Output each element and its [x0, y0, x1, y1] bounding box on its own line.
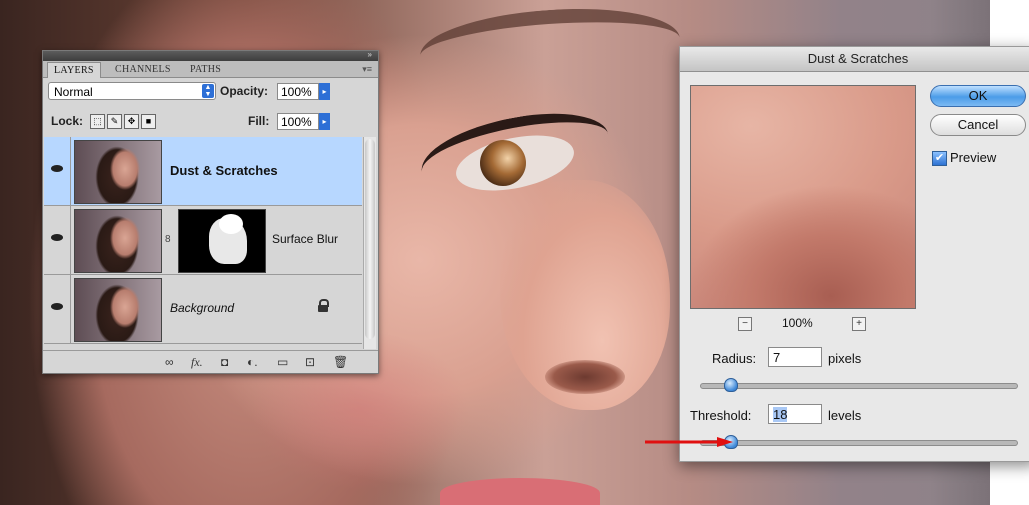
opacity-field[interactable]: 100% ▸: [277, 83, 330, 100]
trash-icon[interactable]: 🗑: [333, 355, 348, 369]
layers-scrollbar[interactable]: [363, 137, 376, 349]
opacity-label: Opacity:: [220, 84, 269, 98]
layer-thumbnail: [74, 209, 162, 273]
red-arrow-icon: [645, 437, 733, 447]
cancel-button[interactable]: Cancel: [930, 114, 1026, 136]
new-layer-icon[interactable]: ⊡: [305, 355, 315, 369]
nostril: [545, 360, 625, 394]
radius-unit: pixels: [828, 351, 862, 366]
fill-field[interactable]: 100% ▸: [277, 113, 330, 130]
select-arrows-icon: ▲ ▼: [202, 84, 214, 98]
layer-list: Dust & Scratches 8 Surface Blur Backgrou…: [44, 137, 362, 349]
zoom-out-button[interactable]: −: [738, 317, 752, 331]
radius-input[interactable]: 7: [768, 347, 822, 367]
lip: [440, 478, 600, 505]
eye-icon: [51, 303, 63, 310]
fill-arrow-icon[interactable]: ▸: [319, 113, 330, 130]
collapse-icon[interactable]: »: [368, 50, 372, 59]
layer-thumbnail: [74, 278, 162, 342]
mask-shape: [219, 214, 243, 234]
lock-label: Lock:: [51, 114, 84, 128]
layer-name[interactable]: Background: [170, 301, 234, 315]
link-icon[interactable]: ∞: [165, 355, 174, 369]
tab-layers[interactable]: LAYERS: [47, 62, 101, 78]
tab-paths[interactable]: PATHS: [184, 62, 227, 77]
zoom-row: − 100% +: [690, 315, 914, 333]
filter-preview[interactable]: [690, 85, 916, 309]
threshold-slider-track[interactable]: [700, 440, 1018, 446]
layer-row-surface-blur[interactable]: 8 Surface Blur: [44, 206, 362, 275]
threshold-input[interactable]: 18: [768, 404, 822, 424]
blend-mode-value: Normal: [54, 85, 93, 99]
fx-icon[interactable]: fx.: [191, 355, 203, 369]
lock-transparency-icon[interactable]: ⬚: [90, 114, 105, 129]
adjustment-icon[interactable]: ◐.: [247, 355, 258, 369]
layers-panel-tabs: LAYERS CHANNELS PATHS ▾≡: [43, 61, 378, 78]
blend-row: Normal ▲ ▼ Opacity: 100% ▸: [48, 81, 373, 103]
dialog-title[interactable]: Dust & Scratches: [680, 47, 1029, 72]
layers-panel-titlebar[interactable]: »: [43, 50, 378, 61]
chain-link-icon[interactable]: 8: [165, 234, 171, 245]
lock-icon: [318, 299, 329, 312]
visibility-toggle[interactable]: [44, 275, 71, 343]
eyebrow: [417, 1, 683, 93]
radius-slider-thumb[interactable]: [724, 378, 738, 392]
radius-value: 7: [773, 350, 781, 365]
opacity-value: 100%: [281, 85, 312, 99]
lock-icons: ⬚ ✎ ✥ ■: [90, 114, 156, 129]
preview-checkbox[interactable]: ✔: [932, 151, 947, 166]
lock-row: Lock: ⬚ ✎ ✥ ■ Fill: 100% ▸: [48, 111, 373, 133]
fill-label: Fill:: [248, 114, 270, 128]
layers-footer: ∞ fx. ◘ ◐. ▭ ⊡ 🗑: [43, 350, 378, 373]
zoom-in-button[interactable]: +: [852, 317, 866, 331]
radius-slider-track[interactable]: [700, 383, 1018, 389]
lock-pixels-icon[interactable]: ✎: [107, 114, 122, 129]
visibility-toggle[interactable]: [44, 137, 71, 205]
threshold-value: 18: [773, 407, 788, 422]
visibility-toggle[interactable]: [44, 206, 71, 274]
fill-value: 100%: [281, 115, 312, 129]
layer-row-dust-scratches[interactable]: Dust & Scratches: [44, 137, 362, 206]
layer-thumbnail: [74, 140, 162, 204]
threshold-unit: levels: [828, 408, 862, 423]
opacity-arrow-icon[interactable]: ▸: [319, 83, 330, 100]
blend-mode-select[interactable]: Normal ▲ ▼: [48, 82, 216, 100]
ok-button[interactable]: OK: [930, 85, 1026, 107]
preview-label: Preview: [950, 150, 997, 165]
lock-all-icon[interactable]: ■: [141, 114, 156, 129]
tab-channels[interactable]: CHANNELS: [109, 62, 177, 77]
lock-position-icon[interactable]: ✥: [124, 114, 139, 129]
layer-name[interactable]: Surface Blur: [272, 232, 338, 246]
layer-row-background[interactable]: Background: [44, 275, 362, 344]
scrollbar-thumb[interactable]: [365, 139, 375, 339]
layers-panel: » LAYERS CHANNELS PATHS ▾≡ Normal ▲ ▼ Opa…: [42, 50, 379, 374]
eye-icon: [51, 165, 63, 172]
layer-mask-thumbnail[interactable]: [178, 209, 266, 273]
threshold-label: Threshold:: [690, 408, 752, 423]
eye-icon: [51, 234, 63, 241]
group-icon[interactable]: ▭: [277, 355, 288, 369]
zoom-value: 100%: [782, 316, 813, 330]
dust-scratches-dialog: Dust & Scratches − 100% + Radius: 7 pixe…: [679, 46, 1029, 462]
panel-menu-icon[interactable]: ▾≡: [362, 64, 372, 75]
mask-icon[interactable]: ◘: [221, 355, 228, 369]
layer-name[interactable]: Dust & Scratches: [170, 163, 278, 178]
radius-label: Radius:: [712, 351, 757, 366]
